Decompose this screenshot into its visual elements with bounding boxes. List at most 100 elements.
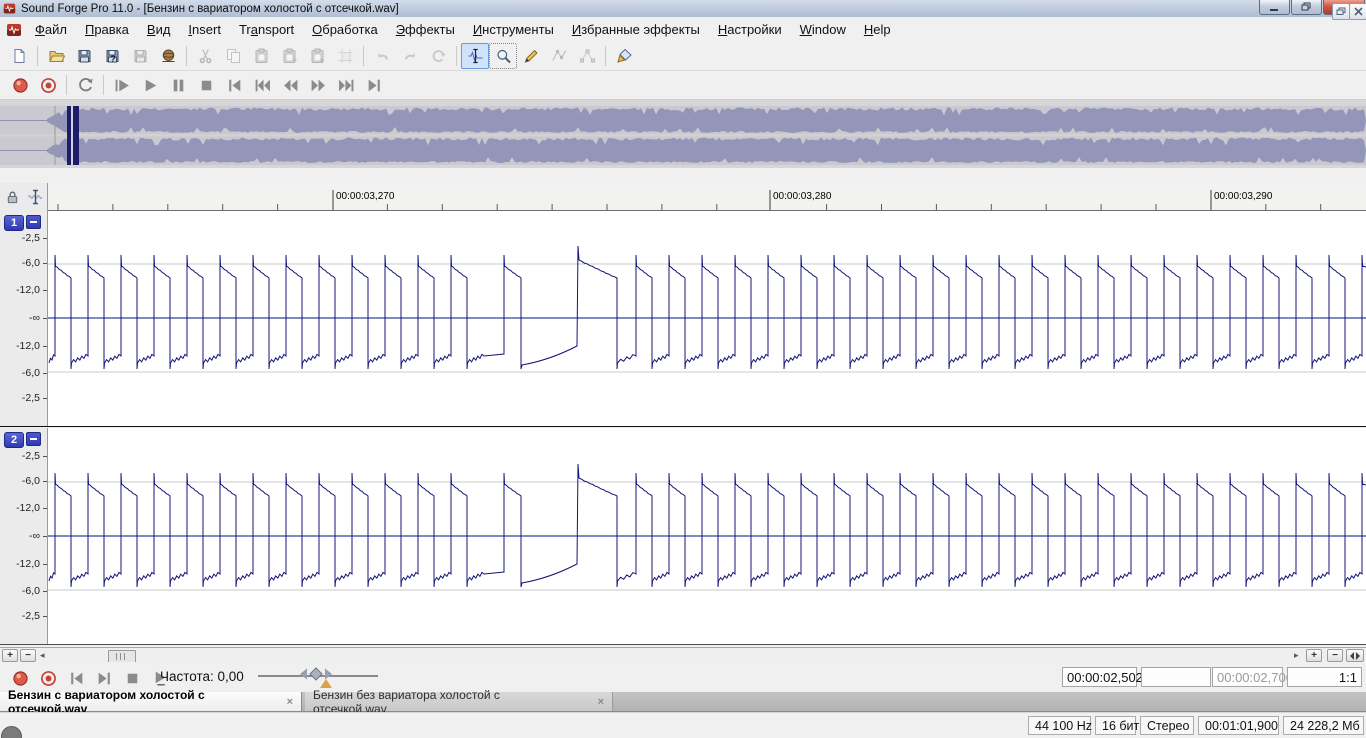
scroll-left-arrow[interactable]: ◂	[40, 650, 45, 661]
toolbar-separator	[456, 46, 457, 66]
paint-icon	[616, 48, 633, 64]
record-remote-button[interactable]	[34, 72, 62, 98]
tab-close-icon[interactable]: ×	[592, 696, 604, 708]
channel-1-waveform[interactable]	[48, 211, 1366, 426]
selection-end-display[interactable]: 00:00:02,706	[1212, 667, 1283, 687]
free-space-field: 24 228,2 Мб	[1283, 716, 1364, 735]
db-scale-tick	[43, 263, 47, 264]
menu-item-правка[interactable]: Правка	[76, 17, 138, 42]
menu-item-избранные-эффекты[interactable]: Избранные эффекты	[563, 17, 709, 42]
mdi-close-button[interactable]	[1349, 3, 1366, 20]
zoom-out-level-button[interactable]: −	[1327, 649, 1343, 662]
db-scale-label: -6,0	[0, 257, 40, 269]
channel-1-badge[interactable]: 1	[4, 215, 24, 231]
ff-to-end-button[interactable]	[332, 72, 360, 98]
app-menu-icon[interactable]	[6, 22, 22, 38]
go-start-button[interactable]	[220, 72, 248, 98]
selection-start-display[interactable]	[1141, 667, 1211, 687]
db-scale-label: -6,0	[0, 367, 40, 379]
paint-button[interactable]	[610, 43, 638, 69]
document-tab-1[interactable]: Бензин с вариатором холостой с отсечкой.…	[0, 692, 302, 711]
channel-2-area[interactable]: 2-2,5-6,0-12,0-∞-12,0-6,0-2,5	[0, 428, 1366, 645]
undo-button	[368, 43, 396, 69]
minimize-button[interactable]	[1259, 0, 1290, 15]
play-all-button[interactable]	[108, 72, 136, 98]
svg-text:?: ?	[110, 54, 116, 64]
new-file-button[interactable]	[5, 43, 33, 69]
overview-spacer	[0, 168, 1366, 183]
scroll-right-arrow[interactable]: ▸	[1294, 650, 1299, 661]
db-scale-tick	[43, 564, 47, 565]
channel-2-badge[interactable]: 2	[4, 432, 24, 448]
restore-button[interactable]	[1291, 0, 1322, 15]
save-all-icon	[132, 48, 149, 64]
envelope-tool-button	[545, 43, 573, 69]
rewind-button[interactable]	[276, 72, 304, 98]
play-button[interactable]	[136, 72, 164, 98]
menu-item-эффекты[interactable]: Эффекты	[387, 17, 464, 42]
db-scale-tick	[43, 481, 47, 482]
save-button[interactable]	[70, 43, 98, 69]
menu-item-обработка[interactable]: Обработка	[303, 17, 387, 42]
mdi-restore-button[interactable]	[1332, 3, 1350, 20]
trim-button	[331, 43, 359, 69]
stop-icon	[123, 670, 142, 687]
menu-item-window[interactable]: Window	[791, 17, 855, 42]
app-icon	[3, 2, 16, 15]
db-scale-tick	[43, 456, 47, 457]
cursor-position-display[interactable]: 00:00:02,502	[1062, 667, 1137, 687]
magnify-button[interactable]	[489, 43, 517, 69]
zoom-in-level-button[interactable]: +	[1306, 649, 1322, 662]
file-overview-waveform[interactable]	[0, 100, 1366, 168]
sample-rate-field: 44 100 Hz	[1028, 716, 1091, 735]
stop-button[interactable]	[192, 72, 220, 98]
db-scale-tick	[43, 508, 47, 509]
zoom-in-time-button[interactable]: +	[2, 649, 18, 662]
cut-button	[191, 43, 219, 69]
channel-1-area[interactable]: 1-2,5-6,0-12,0-∞-12,0-6,0-2,5	[0, 211, 1366, 427]
zoom-out-time-button[interactable]: −	[20, 649, 36, 662]
edit-cursor-icon[interactable]	[27, 189, 44, 205]
zoom-fit-button[interactable]	[1346, 649, 1364, 662]
menu-item-файл[interactable]: Файл	[26, 17, 76, 42]
rew-to-start-button[interactable]	[248, 72, 276, 98]
channel-2-minimize-badge[interactable]	[26, 432, 41, 446]
open-folder-button[interactable]	[42, 43, 70, 69]
file-length-field: 00:01:01,900	[1198, 716, 1279, 735]
forward-button[interactable]	[304, 72, 332, 98]
time-ruler[interactable]: 00:00:03,27000:00:03,28000:00:03,290	[48, 183, 1366, 211]
pause-button[interactable]	[164, 72, 192, 98]
record-icon	[11, 670, 30, 687]
menu-item-инструменты[interactable]: Инструменты	[464, 17, 563, 42]
app-icon	[3, 2, 16, 15]
paste-special-icon	[281, 48, 298, 64]
menu-item-transport[interactable]: Transport	[230, 17, 303, 42]
channel-1-minimize-badge[interactable]	[26, 215, 41, 229]
save-as-button[interactable]: ?	[98, 43, 126, 69]
repeat-button	[424, 43, 452, 69]
edit-cursor-icon	[27, 189, 44, 205]
channel-2-waveform[interactable]	[48, 428, 1366, 644]
tab-close-icon[interactable]: ×	[281, 696, 293, 708]
pencil-button[interactable]	[517, 43, 545, 69]
document-tab-2[interactable]: Бензин без вариатора холостой с отсечкой…	[305, 692, 613, 711]
lock-icon[interactable]	[5, 190, 20, 205]
app-icon	[6, 22, 22, 38]
db-scale-tick	[43, 616, 47, 617]
horizontal-scroll-zoom-bar: + − ◂ ▸ + −	[0, 647, 1366, 662]
menu-item-insert[interactable]: Insert	[179, 17, 230, 42]
record-button[interactable]	[6, 72, 34, 98]
menu-bar: ФайлПравкаВидInsertTransportОбработкаЭфф…	[0, 17, 1366, 42]
zoom-ratio-display[interactable]: 1:1	[1287, 667, 1362, 687]
go-end-button[interactable]	[360, 72, 388, 98]
publish-button[interactable]	[154, 43, 182, 69]
menu-item-настройки[interactable]: Настройки	[709, 17, 791, 42]
db-scale-tick	[43, 591, 47, 592]
menu-item-вид[interactable]: Вид	[138, 17, 180, 42]
loop-button[interactable]	[71, 72, 99, 98]
edit-tool-button[interactable]	[461, 43, 489, 69]
lock-icon	[5, 190, 20, 205]
menu-item-help[interactable]: Help	[855, 17, 900, 42]
db-scale-label: -∞	[0, 530, 40, 542]
db-scale-label: -∞	[0, 312, 40, 324]
